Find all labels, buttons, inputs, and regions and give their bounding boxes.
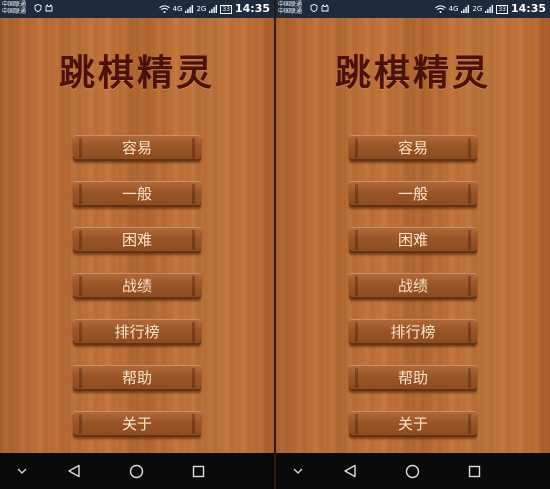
nav-back-button[interactable] [62,453,86,489]
about-button[interactable]: 关于 [73,411,201,437]
signal-icon [485,5,494,13]
game-menu-background: 跳棋精灵 容易 一般 困难 战绩 排行榜 帮助 关于 [276,18,550,453]
leaderboard-button[interactable]: 排行榜 [349,319,477,345]
nav-home-button[interactable] [124,453,148,489]
nav-down-button[interactable] [12,453,32,489]
status-time: 14:35 [234,2,270,15]
hard-button[interactable]: 困难 [73,227,201,253]
signal-icon [461,5,470,13]
help-button[interactable]: 帮助 [349,365,477,391]
chevron-down-icon [17,468,27,474]
nav-back-button[interactable] [338,453,362,489]
nav-recent-button[interactable] [186,453,210,489]
about-button[interactable]: 关于 [349,411,477,437]
records-button[interactable]: 战绩 [349,273,477,299]
home-icon [129,464,143,478]
carrier-info: 中国联通 中国联通 [2,1,26,15]
help-button[interactable]: 帮助 [73,365,201,391]
chevron-down-icon [293,468,303,474]
battery-icon: 33 [220,4,232,14]
phone-screen-right: 中国联通 中国联通 4G 2G 33 14:35 跳棋精灵 容易 一般 困难 战… [276,0,550,489]
status-bar: 中国联通 中国联通 4G 2G 33 14:35 [0,0,274,18]
carrier-label: 中国联通 [2,1,27,8]
easy-button[interactable]: 容易 [349,135,477,161]
nav-home-button[interactable] [400,453,424,489]
carrier-label: 中国联通 [2,8,27,15]
recent-apps-icon [468,465,480,477]
wifi-icon [158,5,170,13]
network-type-label: 4G [448,5,459,13]
carrier-label: 中国联通 [278,8,303,15]
records-button[interactable]: 战绩 [73,273,201,299]
wifi-icon [434,5,446,13]
back-icon [68,464,80,478]
status-time: 14:35 [510,2,546,15]
network-type-label: 2G [472,5,483,13]
shield-icon [310,4,318,12]
cat-icon [321,4,329,12]
signal-icon [209,5,218,13]
normal-button[interactable]: 一般 [349,181,477,207]
game-menu-background: 跳棋精灵 容易 一般 困难 战绩 排行榜 帮助 关于 [0,18,274,453]
cat-icon [45,4,53,12]
nav-recent-button[interactable] [462,453,486,489]
carrier-label: 中国联通 [278,1,303,8]
app-title: 跳棋精灵 [58,53,215,94]
network-type-label: 4G [172,5,183,13]
normal-button[interactable]: 一般 [73,181,201,207]
recent-apps-icon [192,465,204,477]
leaderboard-button[interactable]: 排行榜 [73,319,201,345]
hard-button[interactable]: 困难 [349,227,477,253]
carrier-info: 中国联通 中国联通 [278,1,302,15]
network-type-label: 2G [196,5,207,13]
phone-screen-left: 中国联通 中国联通 4G 2G 33 14:35 跳棋精灵 容易 一般 困难 战… [0,0,274,489]
home-icon [405,464,419,478]
navigation-bar [276,453,550,489]
navigation-bar [0,453,274,489]
app-title: 跳棋精灵 [334,53,491,94]
shield-icon [34,4,42,12]
status-bar: 中国联通 中国联通 4G 2G 33 14:35 [276,0,550,18]
nav-down-button[interactable] [288,453,308,489]
easy-button[interactable]: 容易 [73,135,201,161]
signal-icon [185,5,194,13]
battery-icon: 33 [496,4,508,14]
screenshot-pair: 中国联通 中国联通 4G 2G 33 14:35 跳棋精灵 容易 一般 困难 战… [0,0,550,489]
back-icon [344,464,356,478]
